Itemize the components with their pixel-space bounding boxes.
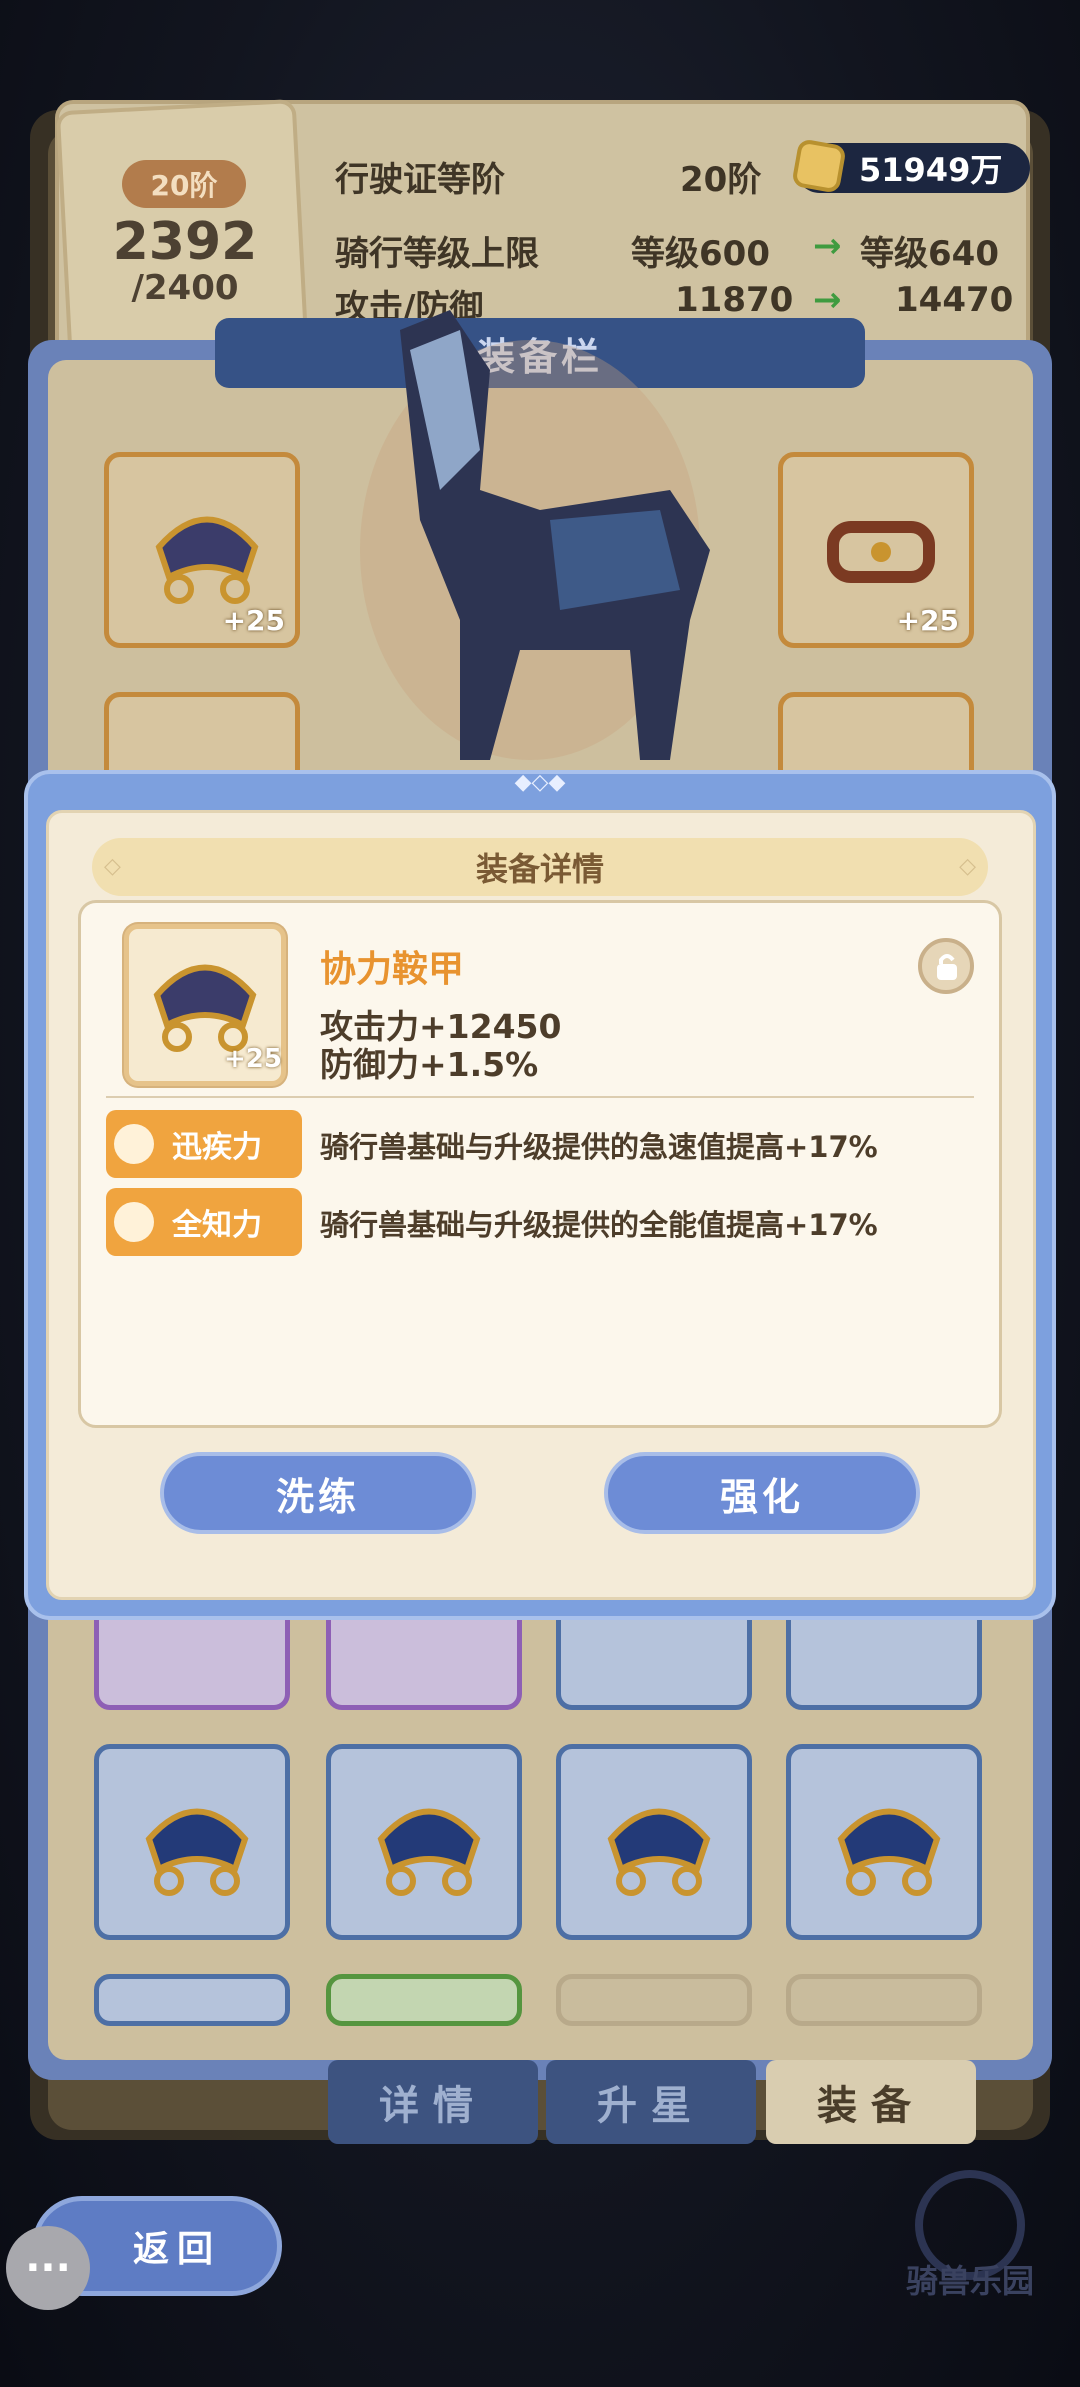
bridle-icon [827, 521, 935, 583]
ride-limit-row: 骑行等级上限 等级600 → 等级640 [335, 218, 1025, 274]
diamond-icon: ◇ [104, 854, 121, 879]
saddle-icon [153, 964, 257, 1052]
ride-limit-label: 骑行等级上限 [335, 234, 539, 274]
item-plus-label: +25 [224, 1044, 282, 1074]
saddle-icon [377, 1808, 481, 1896]
tab-star-up[interactable]: 升星 [546, 2060, 756, 2144]
arrow-right-icon: → [813, 280, 842, 320]
saddle-icon [607, 1808, 711, 1896]
license-value: 20阶 [680, 160, 762, 200]
refine-button[interactable]: 洗练 [160, 1452, 476, 1534]
skill-name: 迅疾力 [172, 1130, 262, 1165]
inventory-slot[interactable] [94, 1974, 290, 2026]
saddle-icon [837, 1808, 941, 1896]
level-max: /2400 [131, 268, 239, 308]
omni-skill-icon [114, 1202, 154, 1242]
skill-desc: 骑行兽基础与升级提供的急速值提高+17% [320, 1130, 878, 1164]
skill-desc: 骑行兽基础与升级提供的全能值提高+17% [320, 1208, 878, 1242]
dialog-title: 装备详情 [475, 850, 604, 888]
watermark-label: 骑兽乐园 [905, 2262, 1034, 2300]
skill-tag-omni: 全知力 [106, 1188, 302, 1256]
diamond-icon: ◇ [959, 854, 976, 879]
ride-limit-to: 等级640 [860, 234, 999, 274]
divider [106, 1096, 974, 1098]
dialog-title-bar: ◇ 装备详情 ◇ [92, 838, 988, 896]
enhance-button[interactable]: 强化 [604, 1452, 920, 1534]
inventory-slot-empty[interactable] [556, 1974, 752, 2026]
lock-icon[interactable] [918, 938, 974, 994]
chat-icon[interactable]: ··· [6, 2226, 90, 2310]
swift-skill-icon [114, 1124, 154, 1164]
saddle-icon [145, 1808, 249, 1896]
item-name: 协力鞍甲 [320, 949, 465, 990]
tab-equipment[interactable]: 装备 [766, 2060, 976, 2144]
slot-plus-label: +25 [222, 604, 285, 637]
padlock-glyph-icon [937, 954, 957, 980]
arrow-right-icon: → [813, 226, 842, 266]
skill-name: 全知力 [172, 1208, 262, 1243]
inventory-slot[interactable] [326, 1744, 522, 1940]
horse-mount-image [360, 310, 710, 760]
level-tag: 20阶 [122, 160, 246, 208]
inventory-slot[interactable] [556, 1744, 752, 1940]
level-current: 2392 [112, 212, 258, 272]
coin-icon [791, 138, 847, 194]
inventory-slot[interactable] [94, 1744, 290, 1940]
defense-stat: 防御力+1.5% [320, 1045, 539, 1084]
equip-slot-bridle[interactable]: +25 [778, 452, 974, 648]
inventory-slot[interactable] [326, 1974, 522, 2026]
atk-def-to: 14470 [895, 280, 1014, 320]
equip-slot-saddle[interactable]: +25 [104, 452, 300, 648]
diamond-deco-icon: ◆◇◆ [514, 770, 566, 795]
inventory-slot-empty[interactable] [786, 1974, 982, 2026]
license-label: 行驶证等阶 [335, 160, 505, 200]
ride-limit-from: 等级600 [631, 234, 770, 274]
inventory-slot[interactable] [786, 1744, 982, 1940]
tab-details[interactable]: 详情 [328, 2060, 538, 2144]
slot-plus-label: +25 [896, 604, 959, 637]
saddle-icon [155, 516, 259, 604]
skill-tag-swift: 迅疾力 [106, 1110, 302, 1178]
